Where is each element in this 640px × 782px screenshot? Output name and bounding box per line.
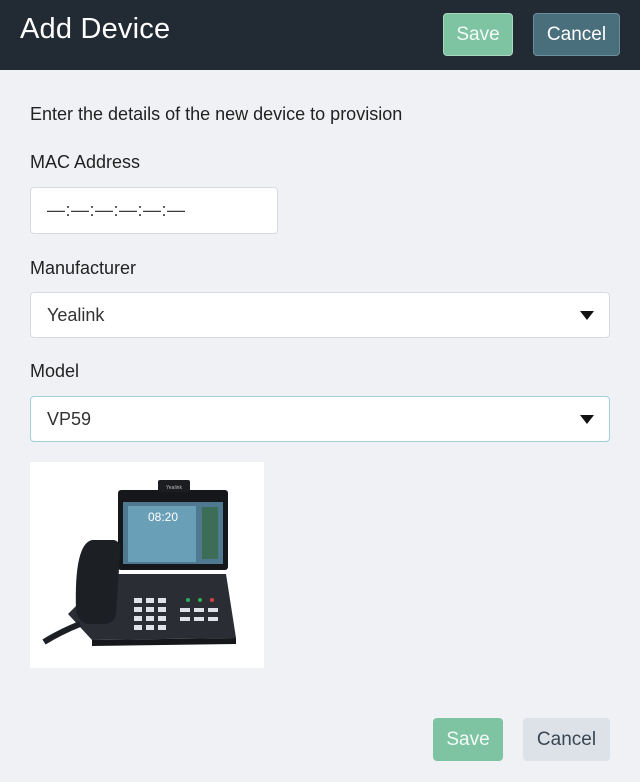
model-label: Model [30,361,80,381]
manufacturer-select[interactable]: Yealink [30,292,610,338]
model-value: VP59 [47,408,92,429]
mac-address-input[interactable]: —:—:—:—:—:— [30,187,278,234]
manufacturer-value: Yealink [47,304,105,325]
intro-text: Enter the details of the new device to p… [30,104,403,124]
phone-icon: Yealink 08:20 [42,480,236,646]
save-button-top[interactable]: Save [443,13,513,56]
save-button-bottom[interactable]: Save [433,718,503,761]
screen-time: 08:20 [148,510,178,524]
page-title: Add Device [20,13,171,45]
cancel-button-top[interactable]: Cancel [533,13,620,56]
chevron-down-icon [580,311,594,320]
cancel-button-bottom[interactable]: Cancel [523,718,610,761]
manufacturer-label: Manufacturer [30,258,137,278]
chevron-down-icon [580,415,594,424]
mac-address-label: MAC Address [30,152,141,172]
header-bar: Add Device Save Cancel [0,0,640,70]
device-image: Yealink 08:20 [30,462,264,668]
brand-text: Yealink [166,485,182,491]
model-select[interactable]: VP59 [30,396,610,442]
